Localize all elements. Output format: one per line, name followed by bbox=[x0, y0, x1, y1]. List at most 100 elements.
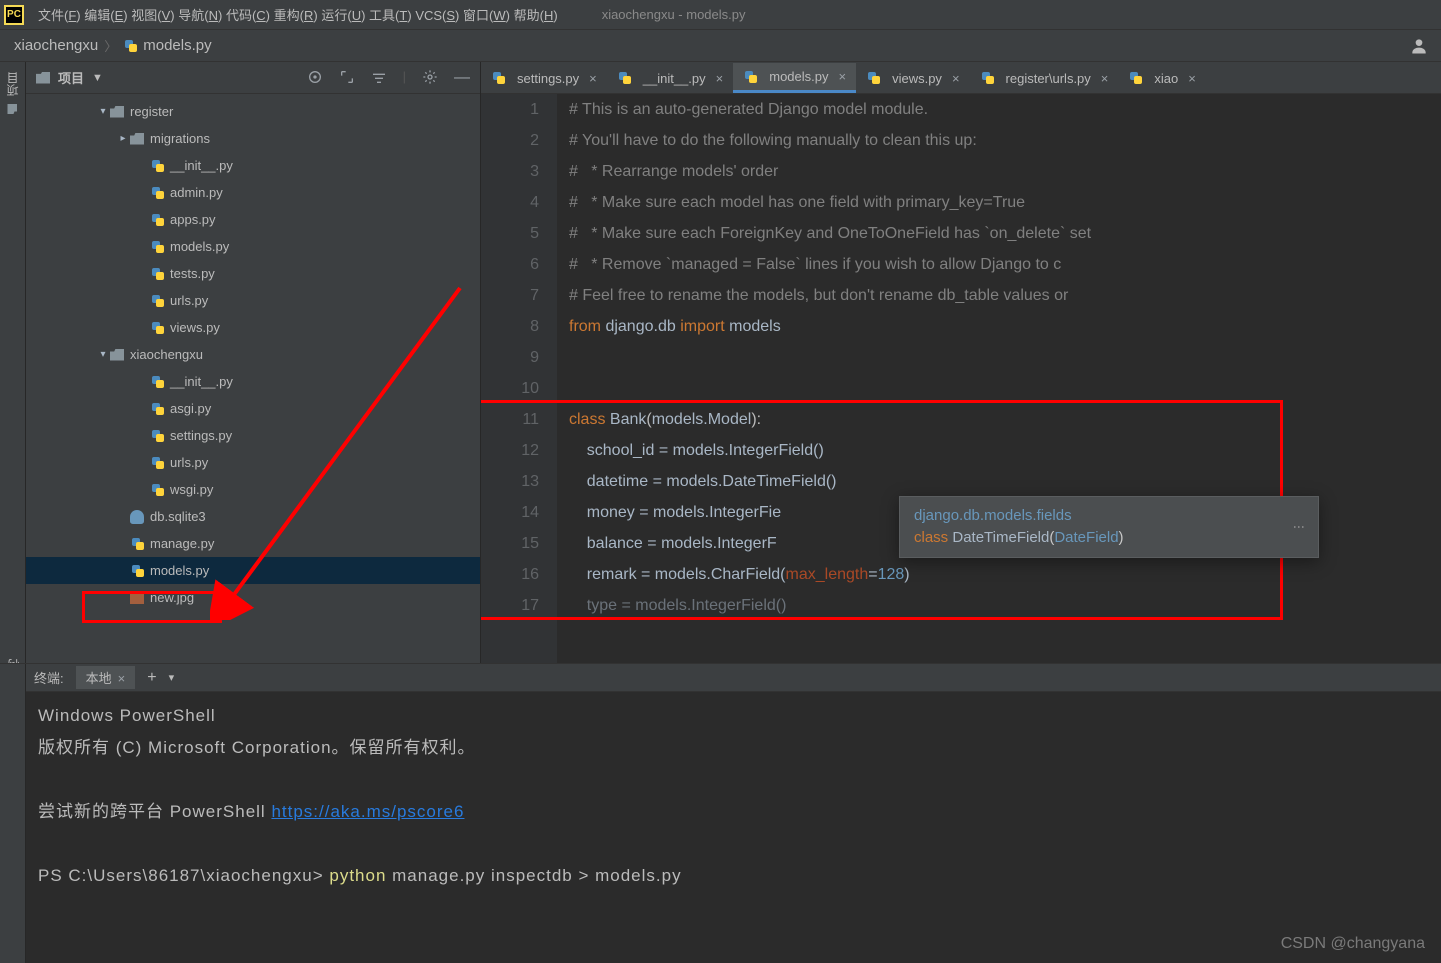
line-number: 2 bbox=[481, 125, 539, 156]
gear-icon[interactable] bbox=[422, 69, 438, 85]
editor-tab[interactable]: models.py× bbox=[733, 63, 856, 93]
python-icon bbox=[150, 293, 166, 309]
line-number: 15 bbox=[481, 528, 539, 559]
tree-item[interactable]: ▸migrations bbox=[26, 125, 480, 152]
breadcrumb-sep: 〉 bbox=[104, 36, 117, 55]
code-line[interactable]: # * Make sure each ForeignKey and OneToO… bbox=[569, 218, 1441, 249]
project-header-title: 项目 bbox=[58, 68, 84, 87]
dropdown-icon[interactable]: ▼ bbox=[92, 72, 103, 84]
collapse-icon[interactable] bbox=[371, 69, 387, 85]
tree-item[interactable]: models.py bbox=[26, 233, 480, 260]
menu-item[interactable]: 视图(V) bbox=[131, 8, 174, 23]
tree-arrow[interactable]: ▾ bbox=[96, 106, 110, 117]
new-tab-icon[interactable]: + bbox=[147, 669, 156, 687]
tree-item[interactable]: urls.py bbox=[26, 449, 480, 476]
tree-item[interactable]: ▾xiaochengxu bbox=[26, 341, 480, 368]
tree-item[interactable]: models.py bbox=[26, 557, 480, 584]
terminal-tab[interactable]: 本地× bbox=[76, 666, 136, 689]
breadcrumb-root[interactable]: xiaochengxu bbox=[14, 37, 98, 54]
code-line[interactable]: remark = models.CharField(max_length=128… bbox=[569, 559, 1441, 590]
python-icon bbox=[150, 158, 166, 174]
folder-icon bbox=[110, 349, 124, 361]
expand-icon[interactable] bbox=[339, 69, 355, 85]
tree-item[interactable]: urls.py bbox=[26, 287, 480, 314]
tree-item[interactable]: tests.py bbox=[26, 260, 480, 287]
more-icon[interactable]: ⋮ bbox=[1288, 521, 1310, 533]
code-line[interactable]: # * Remove `managed = False` lines if yo… bbox=[569, 249, 1441, 280]
code-line[interactable]: # * Make sure each model has one field w… bbox=[569, 187, 1441, 218]
sidebar-tab-project[interactable]: 项目 bbox=[4, 72, 21, 114]
tree-item[interactable]: settings.py bbox=[26, 422, 480, 449]
tree-item[interactable]: __init__.py bbox=[26, 152, 480, 179]
line-number: 10 bbox=[481, 373, 539, 404]
menu-item[interactable]: 运行(U) bbox=[321, 8, 365, 23]
watermark: CSDN @changyana bbox=[1281, 935, 1425, 953]
line-number: 4 bbox=[481, 187, 539, 218]
breadcrumb-file[interactable]: models.py bbox=[143, 37, 211, 54]
menu-item[interactable]: VCS(S) bbox=[415, 8, 459, 23]
tree-item[interactable]: manage.py bbox=[26, 530, 480, 557]
menu-item[interactable]: 代码(C) bbox=[226, 8, 270, 23]
code-line[interactable] bbox=[569, 373, 1441, 404]
code-line[interactable]: # Feel free to rename the models, but do… bbox=[569, 280, 1441, 311]
code-line[interactable] bbox=[569, 342, 1441, 373]
line-number: 12 bbox=[481, 435, 539, 466]
menu-item[interactable]: 工具(T) bbox=[369, 8, 412, 23]
tree-label: wsgi.py bbox=[170, 482, 213, 497]
python-icon bbox=[1128, 70, 1144, 86]
editor-tab[interactable]: xiao× bbox=[1118, 63, 1205, 93]
menu-item[interactable]: 窗口(W) bbox=[463, 8, 510, 23]
target-icon[interactable] bbox=[307, 69, 323, 85]
editor-tab[interactable]: views.py× bbox=[856, 63, 969, 93]
code-line[interactable]: type = models.IntegerField() bbox=[569, 590, 1441, 621]
menu-item[interactable]: 帮助(H) bbox=[514, 8, 558, 23]
close-icon[interactable]: × bbox=[589, 71, 597, 86]
code-line[interactable]: school_id = models.IntegerField() bbox=[569, 435, 1441, 466]
user-icon[interactable] bbox=[1409, 36, 1429, 56]
hide-icon[interactable]: — bbox=[454, 69, 470, 87]
tree-label: new.jpg bbox=[150, 590, 194, 605]
terminal-output[interactable]: Windows PowerShell版权所有 (C) Microsoft Cor… bbox=[0, 692, 1441, 900]
code-line[interactable]: from django.db import models bbox=[569, 311, 1441, 342]
tree-item[interactable]: new.jpg bbox=[26, 584, 480, 611]
editor-tab[interactable]: settings.py× bbox=[481, 63, 607, 93]
code-line[interactable]: # This is an auto-generated Django model… bbox=[569, 94, 1441, 125]
close-icon[interactable]: × bbox=[838, 69, 846, 84]
close-icon[interactable]: × bbox=[118, 671, 126, 686]
line-number: 11 bbox=[481, 404, 539, 435]
close-icon[interactable]: × bbox=[952, 71, 960, 86]
tree-item[interactable]: wsgi.py bbox=[26, 476, 480, 503]
tree-arrow[interactable]: ▾ bbox=[96, 349, 110, 360]
code-line[interactable]: class Bank(models.Model): bbox=[569, 404, 1441, 435]
tree-item[interactable]: admin.py bbox=[26, 179, 480, 206]
editor-tab[interactable]: __init__.py × bbox=[607, 63, 733, 93]
line-number: 13 bbox=[481, 466, 539, 497]
separator: | bbox=[403, 69, 406, 87]
close-icon[interactable]: × bbox=[1188, 71, 1196, 86]
editor-tab[interactable]: register\urls.py× bbox=[970, 63, 1119, 93]
terminal-gutter bbox=[0, 664, 26, 963]
menu-item[interactable]: 文件(F) bbox=[38, 8, 81, 23]
image-icon bbox=[130, 592, 144, 604]
code-line[interactable]: datetime = models.DateTimeField() bbox=[569, 466, 1441, 497]
tab-label: __init__.py bbox=[643, 71, 706, 86]
menu-item[interactable]: 编辑(E) bbox=[84, 8, 127, 23]
tree-item[interactable]: __init__.py bbox=[26, 368, 480, 395]
python-icon bbox=[491, 70, 507, 86]
close-icon[interactable]: × bbox=[716, 71, 724, 86]
code-line[interactable]: # You'll have to do the following manual… bbox=[569, 125, 1441, 156]
tree-item[interactable]: db.sqlite3 bbox=[26, 503, 480, 530]
line-number: 17 bbox=[481, 590, 539, 621]
code-line[interactable]: # * Rearrange models' order bbox=[569, 156, 1441, 187]
tree-item[interactable]: apps.py bbox=[26, 206, 480, 233]
menu-item[interactable]: 重构(R) bbox=[274, 8, 318, 23]
menu-item[interactable]: 导航(N) bbox=[178, 8, 222, 23]
terminal-line bbox=[38, 828, 1431, 860]
tree-item[interactable]: ▾register bbox=[26, 98, 480, 125]
close-icon[interactable]: × bbox=[1101, 71, 1109, 86]
tree-arrow[interactable]: ▸ bbox=[116, 133, 130, 144]
tree-item[interactable]: views.py bbox=[26, 314, 480, 341]
terminal-panel: 终端: 本地× + ▾ Windows PowerShell版权所有 (C) M… bbox=[0, 663, 1441, 963]
tree-item[interactable]: asgi.py bbox=[26, 395, 480, 422]
chevron-down-icon[interactable]: ▾ bbox=[169, 671, 175, 684]
